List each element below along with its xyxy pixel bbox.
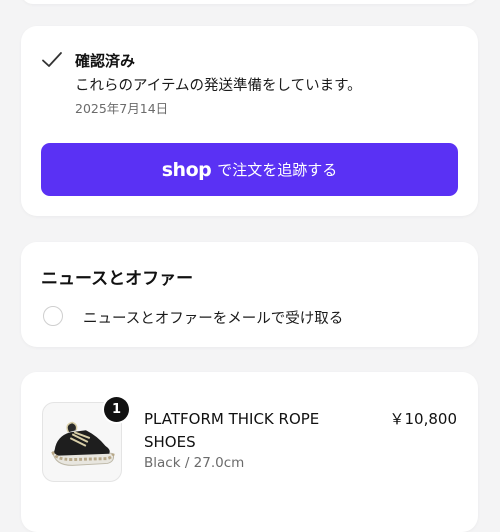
status-message: これらのアイテムの発送準備をしています。 <box>75 78 362 94</box>
news-opt-in-checkbox[interactable] <box>43 306 63 326</box>
news-offers-card: ニュースとオファー ニュースとオファーをメールで受け取る <box>21 242 478 347</box>
track-order-button[interactable]: shop で注文を追跡する <box>41 143 458 196</box>
quantity-badge: 1 <box>104 397 129 422</box>
track-order-label: で注文を追跡する <box>217 162 338 179</box>
order-status-card: 確認済み これらのアイテムの発送準備をしています。 2025年7月14日 sho… <box>21 26 478 216</box>
status-date: 2025年7月14日 <box>75 101 169 116</box>
status-title: 確認済み <box>75 52 136 70</box>
check-icon <box>42 52 62 67</box>
previous-card <box>21 0 478 4</box>
news-title: ニュースとオファー <box>41 269 194 289</box>
news-opt-in-label[interactable]: ニュースとオファーをメールで受け取る <box>83 307 343 328</box>
product-name: PLATFORM THICK ROPE SHOES <box>144 410 320 451</box>
product-variant: Black / 27.0cm <box>144 455 245 471</box>
shop-logo: shop <box>161 158 212 181</box>
product-price: ￥10,800 <box>389 410 458 428</box>
order-item-card: 1 PLATFORM THICK ROPE SHOES Black / 27.0… <box>21 372 478 532</box>
